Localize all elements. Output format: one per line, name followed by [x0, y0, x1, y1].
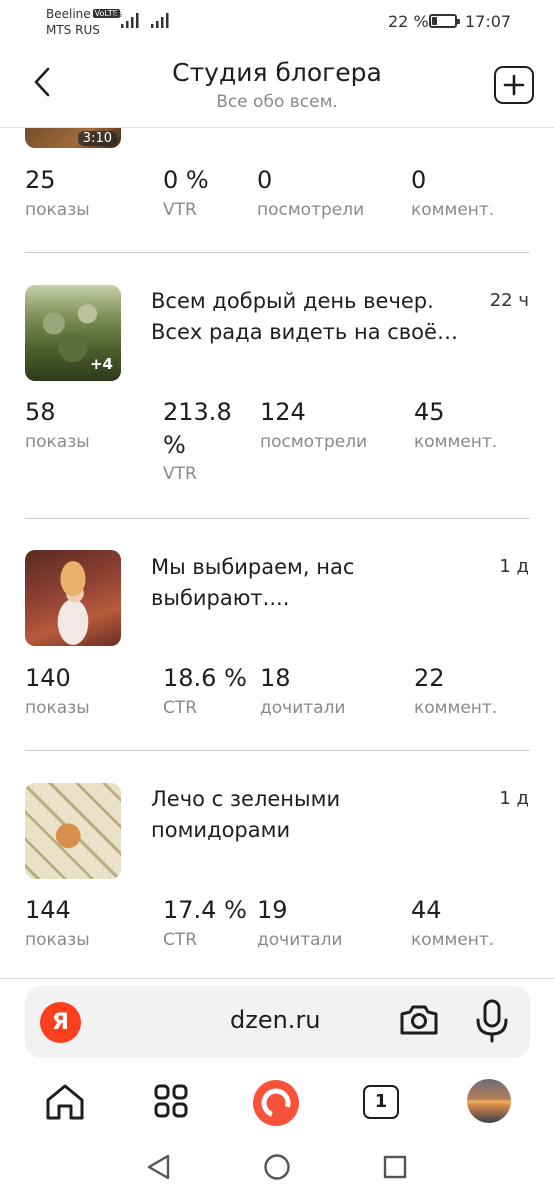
- alice-icon: [261, 1088, 291, 1118]
- signal-icon: [121, 13, 139, 28]
- home-icon: [46, 1084, 84, 1120]
- voice-search-button[interactable]: [472, 998, 512, 1044]
- stat-value-comments: 45: [414, 398, 445, 426]
- stat-value-comments: 44: [411, 896, 442, 924]
- stat-label-impressions: показы: [25, 432, 90, 452]
- post-thumbnail[interactable]: [25, 783, 121, 879]
- page-title: Студия блогера: [172, 58, 382, 87]
- add-post-button[interactable]: [494, 66, 534, 104]
- post-title-line: Лечо с зелеными: [151, 787, 341, 811]
- post-title-line: Всех рада видеть на своё…: [151, 320, 458, 344]
- stat-value-vtr: 213.8 %: [163, 396, 232, 462]
- stat-label-viewed: посмотрели: [260, 432, 368, 452]
- post-time: 1 д: [499, 788, 529, 809]
- profile-avatar[interactable]: [467, 1079, 511, 1123]
- tabs-button[interactable]: 1: [363, 1085, 399, 1119]
- carrier-beeline: Beeline: [46, 7, 91, 21]
- stat-label-comments: коммент.: [414, 432, 498, 452]
- system-recents-button[interactable]: [380, 1152, 410, 1182]
- circle-home-icon: [264, 1154, 290, 1180]
- stat-label-vtr: VTR: [163, 200, 197, 220]
- nav-home[interactable]: [43, 1080, 87, 1124]
- stat-value-vtr: 0 %: [163, 166, 209, 194]
- stat-label-viewed: посмотрели: [257, 200, 365, 220]
- post-divider: [25, 750, 530, 751]
- post-thumbnail[interactable]: [25, 550, 121, 646]
- stat-label-vtr: VTR: [163, 464, 197, 484]
- post-divider: [25, 252, 530, 253]
- stat-value-impressions: 25: [25, 166, 56, 194]
- stat-label-impressions: показы: [25, 930, 90, 950]
- alice-assistant-button[interactable]: [253, 1080, 299, 1126]
- stat-label-ctr: CTR: [163, 698, 198, 718]
- stat-value-viewed: 124: [260, 398, 306, 426]
- stat-value-line: %: [163, 431, 186, 459]
- browser-divider: [0, 978, 554, 979]
- post-title[interactable]: Всем добрый день вечер. Всех рада видеть…: [151, 286, 481, 348]
- url-text[interactable]: dzen.ru: [230, 1006, 321, 1034]
- stat-value-ctr: 18.6 %: [163, 664, 247, 692]
- stat-value-ctr: 17.4 %: [163, 896, 247, 924]
- carrier-name-2: MTS RUS: [46, 23, 100, 37]
- status-bar: Beeline VoLTE MTS RUS 4G 22 % 17:07: [0, 0, 554, 50]
- post-time: 22 ч: [489, 290, 529, 311]
- system-home-button[interactable]: [262, 1152, 292, 1182]
- system-back-button[interactable]: [144, 1152, 174, 1182]
- post-thumbnail[interactable]: 3:10: [25, 128, 121, 148]
- more-photos-badge: +4: [89, 355, 113, 373]
- microphone-icon: [476, 999, 508, 1043]
- square-recents-icon: [383, 1155, 407, 1179]
- post-title-line: Всем добрый день вечер.: [151, 289, 434, 313]
- stat-label-read: дочитали: [257, 930, 343, 950]
- camera-search-button[interactable]: [398, 1000, 440, 1042]
- stat-label-comments: коммент.: [411, 930, 495, 950]
- stat-label-comments: коммент.: [414, 698, 498, 718]
- stat-label-impressions: показы: [25, 698, 90, 718]
- stat-label-impressions: показы: [25, 200, 90, 220]
- carrier-name: Beeline VoLTE: [46, 7, 120, 21]
- stat-value-line: 213.8: [163, 398, 232, 426]
- stat-label-comments: коммент.: [411, 200, 495, 220]
- page-subtitle: Все обо всем.: [216, 92, 338, 112]
- battery-icon: [429, 14, 460, 28]
- stat-value-comments: 0: [411, 166, 427, 194]
- stat-label-ctr: CTR: [163, 930, 198, 950]
- clock: 17:07: [465, 12, 512, 31]
- plus-icon: [503, 74, 525, 96]
- video-duration: 3:10: [77, 131, 117, 146]
- stat-value-impressions: 58: [25, 398, 56, 426]
- triangle-back-icon: [147, 1154, 170, 1180]
- stat-value-read: 18: [260, 664, 291, 692]
- nav-services[interactable]: [150, 1080, 194, 1124]
- yandex-logo[interactable]: Я: [40, 1002, 81, 1043]
- post-title-line: выбирают....: [151, 586, 290, 610]
- post-divider: [25, 518, 530, 519]
- post-title[interactable]: Мы выбираем, нас выбирают....: [151, 552, 481, 614]
- post-list[interactable]: 3:10 25 показы 0 % VTR 0 посмотрели 0 ко…: [0, 128, 554, 978]
- stat-value-impressions: 140: [25, 664, 71, 692]
- battery-percent: 22 %: [388, 12, 429, 31]
- post-title-line: помидорами: [151, 818, 291, 842]
- stat-value-impressions: 144: [25, 896, 71, 924]
- post-time: 1 д: [499, 556, 529, 577]
- stat-value-read: 19: [257, 896, 288, 924]
- signal-icon-2: [151, 13, 169, 28]
- post-title-line: Мы выбираем, нас: [151, 555, 355, 579]
- camera-icon: [400, 1005, 438, 1035]
- grid-icon: [154, 1084, 188, 1118]
- stat-value-comments: 22: [414, 664, 445, 692]
- post-thumbnail[interactable]: +4: [25, 285, 121, 381]
- post-title[interactable]: Лечо с зелеными помидорами: [151, 784, 481, 846]
- stat-label-read: дочитали: [260, 698, 346, 718]
- stat-value-viewed: 0: [257, 166, 273, 194]
